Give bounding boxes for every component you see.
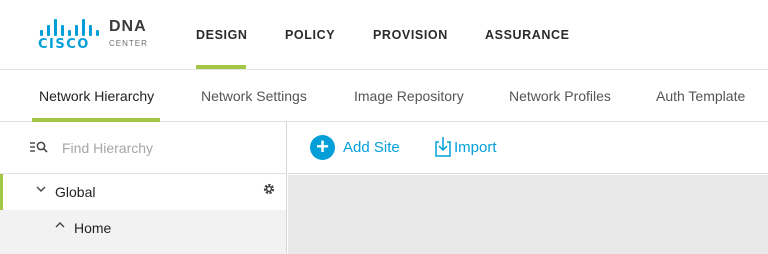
tree-item-home[interactable]: Home bbox=[0, 210, 286, 244]
sub-tabs: Network Hierarchy Network Settings Image… bbox=[0, 70, 768, 122]
topnav-policy[interactable]: POLICY bbox=[285, 28, 335, 42]
import-label: Import bbox=[454, 139, 497, 156]
tab-network-hierarchy[interactable]: Network Hierarchy bbox=[39, 88, 154, 104]
topnav-assurance[interactable]: ASSURANCE bbox=[485, 28, 570, 42]
top-header: CISCO DNA CENTER DESIGN POLICY PROVISION… bbox=[0, 0, 768, 70]
product-subname: CENTER bbox=[109, 39, 148, 48]
import-icon bbox=[434, 136, 452, 158]
filter-search-icon bbox=[30, 141, 48, 156]
plus-circle-icon: + bbox=[310, 135, 335, 160]
main-toolbar: + Add Site Import bbox=[288, 122, 768, 174]
cisco-bars-icon bbox=[40, 18, 99, 36]
topnav-provision[interactable]: PROVISION bbox=[373, 28, 448, 42]
tree-item-label: Global bbox=[55, 184, 96, 200]
hierarchy-search bbox=[0, 122, 286, 174]
tab-image-repository[interactable]: Image Repository bbox=[354, 88, 464, 104]
hierarchy-search-input[interactable] bbox=[62, 136, 272, 160]
tab-network-profiles[interactable]: Network Profiles bbox=[509, 88, 611, 104]
map-view[interactable] bbox=[288, 175, 768, 254]
chevron-up-icon[interactable] bbox=[55, 220, 65, 233]
add-site-label: Add Site bbox=[343, 139, 400, 156]
product-name: DNA bbox=[109, 18, 147, 35]
cisco-dna-center-logo[interactable]: CISCO DNA CENTER bbox=[38, 14, 158, 54]
tree-item-label: Home bbox=[74, 220, 112, 236]
tab-auth-template[interactable]: Auth Template bbox=[656, 88, 745, 104]
tab-network-settings[interactable]: Network Settings bbox=[201, 88, 307, 104]
hierarchy-sidebar: Global Home bbox=[0, 122, 287, 254]
tree-item-global[interactable]: Global bbox=[0, 174, 286, 210]
chevron-down-icon[interactable] bbox=[36, 183, 46, 197]
topnav-active-indicator bbox=[196, 65, 246, 69]
cisco-wordmark: CISCO bbox=[38, 37, 90, 52]
gear-icon[interactable] bbox=[262, 182, 276, 199]
topnav-design[interactable]: DESIGN bbox=[196, 28, 248, 42]
